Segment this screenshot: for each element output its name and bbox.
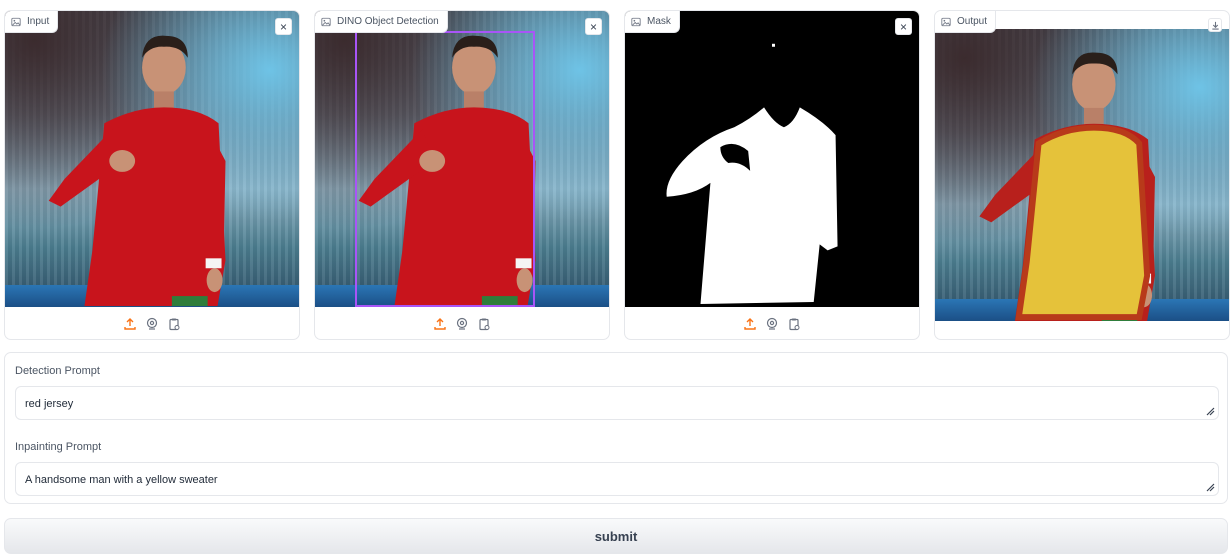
inpainting-prompt-input[interactable]: A handsome man with a yellow sweater bbox=[15, 462, 1219, 496]
panel-label-text: DINO Object Detection bbox=[337, 16, 439, 27]
output-image bbox=[935, 29, 1229, 321]
inpainting-prompt-value: A handsome man with a yellow sweater bbox=[25, 474, 218, 486]
panel-label-text: Mask bbox=[647, 16, 671, 27]
image-icon bbox=[631, 17, 641, 27]
inpainting-prompt-label: Inpainting Prompt bbox=[15, 441, 102, 453]
clipboard-icon[interactable] bbox=[477, 317, 491, 331]
image-source-toolbar bbox=[315, 311, 609, 337]
input-image[interactable] bbox=[5, 11, 299, 307]
submit-button[interactable]: submit bbox=[4, 518, 1228, 554]
mask-image-panel: Mask × bbox=[624, 10, 920, 340]
detection-prompt-label: Detection Prompt bbox=[15, 365, 100, 377]
image-icon bbox=[11, 17, 21, 27]
download-icon[interactable] bbox=[1208, 18, 1222, 32]
detection-prompt-input[interactable]: red jersey bbox=[15, 386, 1219, 420]
clipboard-icon[interactable] bbox=[787, 317, 801, 331]
panel-label: Mask bbox=[625, 11, 680, 33]
panel-label: DINO Object Detection bbox=[315, 11, 448, 33]
panel-label: Input bbox=[5, 11, 59, 33]
mask-image[interactable] bbox=[625, 11, 919, 307]
resize-grip-icon[interactable] bbox=[1205, 406, 1215, 416]
webcam-icon[interactable] bbox=[765, 317, 779, 331]
close-button[interactable]: × bbox=[895, 18, 912, 35]
detection-bounding-box bbox=[355, 31, 535, 307]
input-image-panel: Input × bbox=[4, 10, 300, 340]
panel-label: Output bbox=[935, 11, 997, 33]
panel-label-text: Output bbox=[957, 16, 988, 27]
panel-label-text: Input bbox=[27, 16, 50, 27]
image-source-toolbar bbox=[625, 311, 919, 337]
image-icon bbox=[321, 17, 331, 27]
close-button[interactable]: × bbox=[585, 18, 602, 35]
upload-icon[interactable] bbox=[433, 317, 447, 331]
detection-prompt-value: red jersey bbox=[25, 398, 74, 410]
webcam-icon[interactable] bbox=[455, 317, 469, 331]
upload-icon[interactable] bbox=[743, 317, 757, 331]
output-image-panel: Output bbox=[934, 10, 1230, 340]
close-button[interactable]: × bbox=[275, 18, 292, 35]
image-icon bbox=[941, 17, 951, 27]
prompt-form: Detection Prompt red jersey Inpainting P… bbox=[4, 352, 1228, 504]
detection-image[interactable] bbox=[315, 11, 609, 307]
image-source-toolbar bbox=[5, 311, 299, 337]
detection-image-panel: DINO Object Detection × bbox=[314, 10, 610, 340]
resize-grip-icon[interactable] bbox=[1205, 482, 1215, 492]
clipboard-icon[interactable] bbox=[167, 317, 181, 331]
webcam-icon[interactable] bbox=[145, 317, 159, 331]
upload-icon[interactable] bbox=[123, 317, 137, 331]
